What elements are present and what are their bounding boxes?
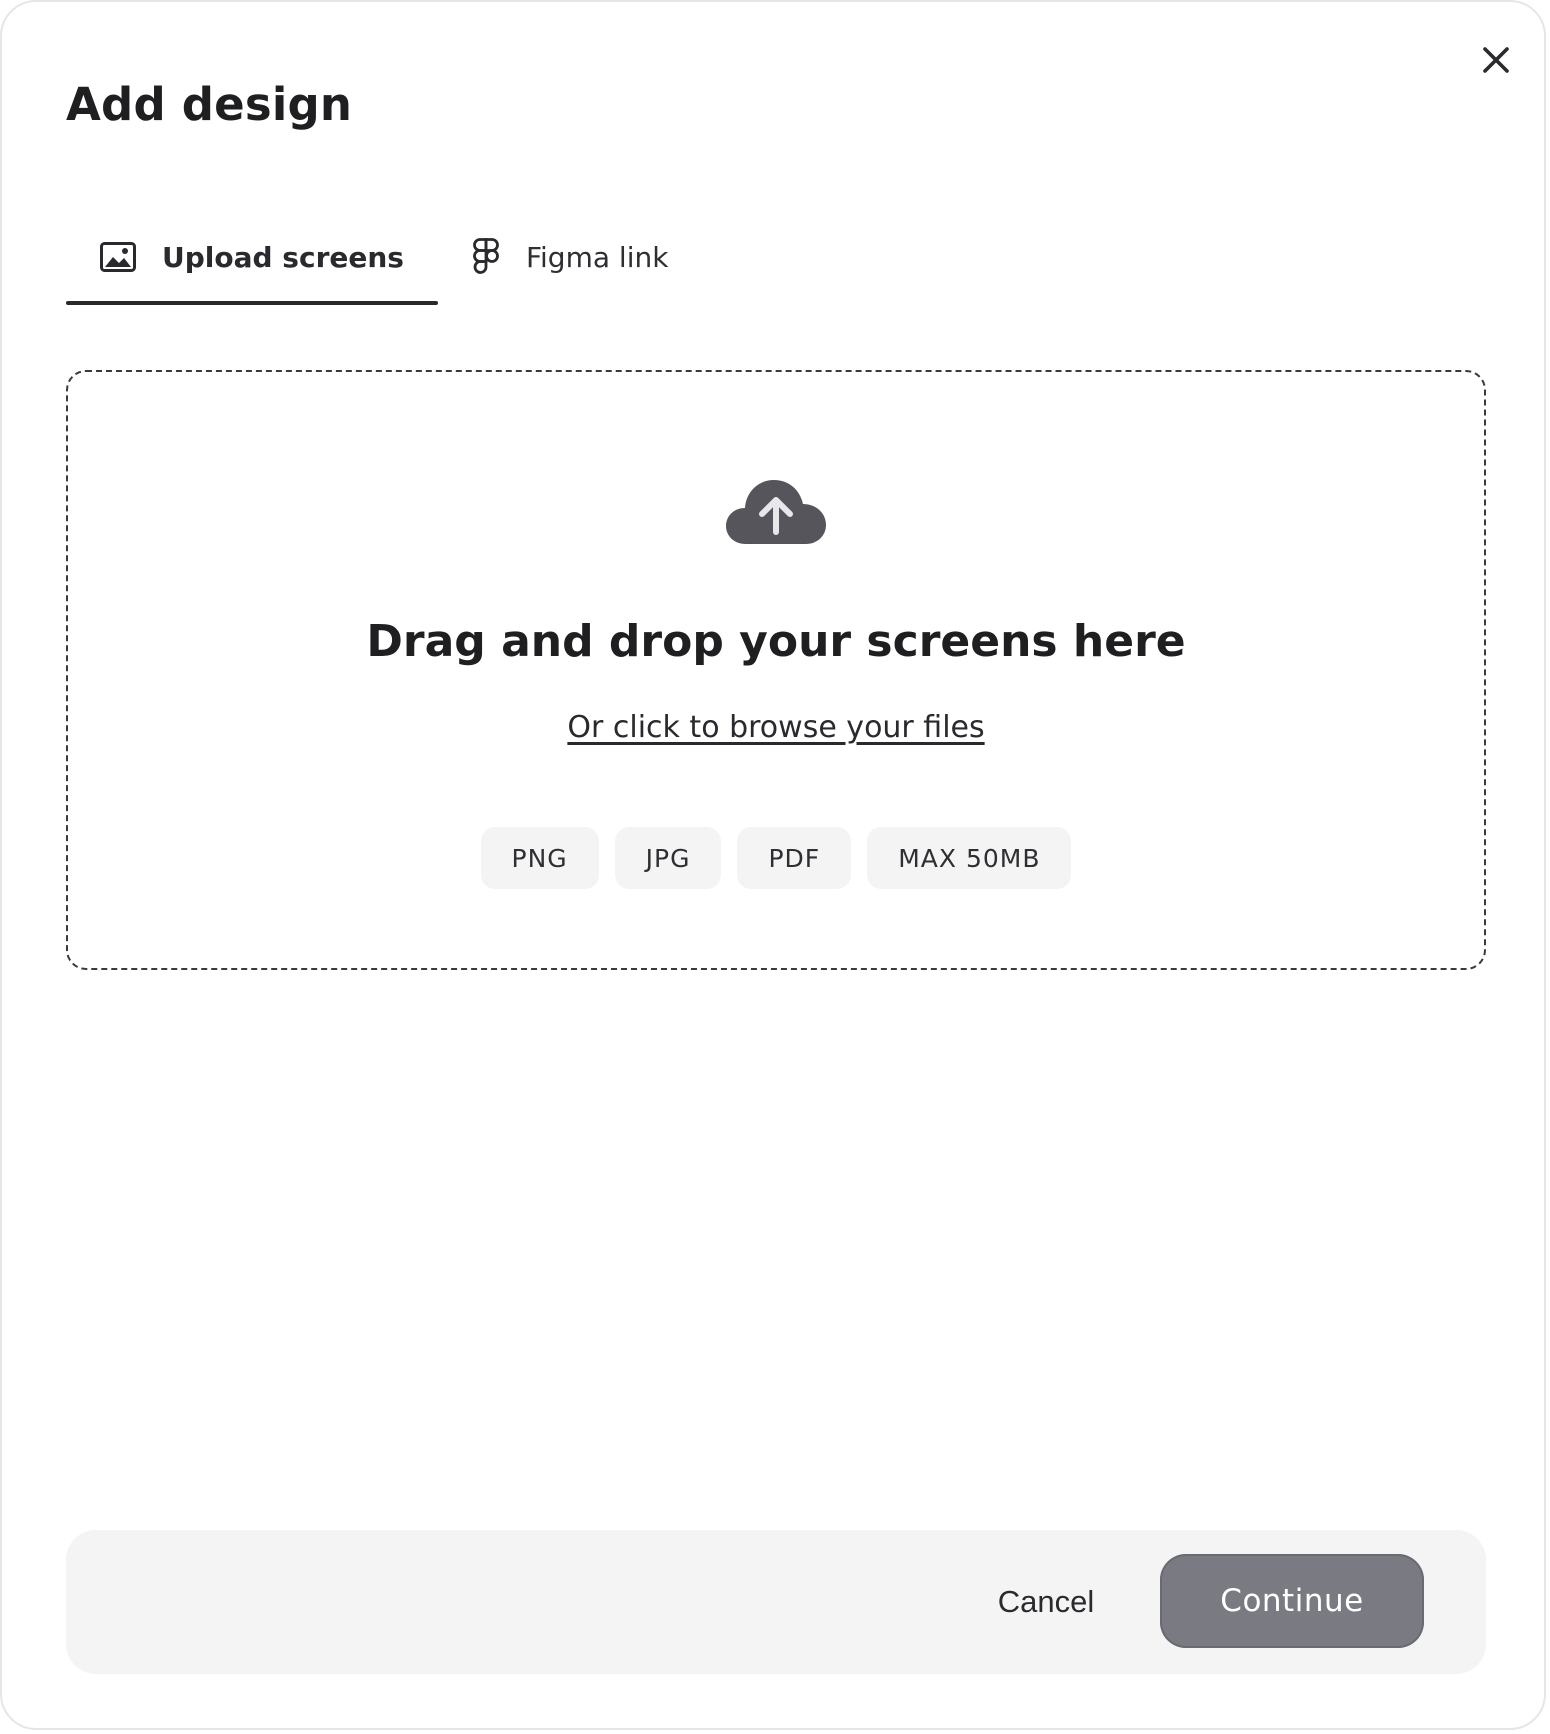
- cancel-button[interactable]: Cancel: [986, 1566, 1106, 1638]
- close-icon: [1483, 47, 1509, 73]
- file-type-chips: PNG JPG PDF MAX 50MB: [68, 827, 1484, 889]
- tab-label: Figma link: [525, 240, 669, 274]
- tab-upload-screens[interactable]: Upload screens: [66, 222, 438, 305]
- image-icon: [100, 242, 136, 272]
- cloud-upload-icon: [726, 480, 826, 544]
- tab-figma-link[interactable]: Figma link: [438, 222, 702, 292]
- chip-jpg: JPG: [614, 827, 722, 889]
- chip-pdf: PDF: [737, 827, 852, 889]
- chip-png: PNG: [480, 827, 599, 889]
- dialog-footer: Cancel Continue: [66, 1530, 1486, 1674]
- file-dropzone[interactable]: Drag and drop your screens here Or click…: [66, 370, 1486, 970]
- dialog-title: Add design: [66, 78, 353, 131]
- browse-files-link-wrapper: Or click to browse your files: [68, 710, 1484, 745]
- figma-icon: [472, 238, 500, 276]
- tab-bar: Upload screens Figma link: [66, 222, 702, 306]
- close-button[interactable]: [1474, 38, 1518, 82]
- browse-files-link[interactable]: Or click to browse your files: [567, 710, 984, 745]
- add-design-dialog: Add design Upload screens Figma link Dra…: [0, 0, 1546, 1730]
- dropzone-heading: Drag and drop your screens here: [366, 616, 1186, 667]
- continue-button[interactable]: Continue: [1160, 1554, 1424, 1648]
- chip-max-size: MAX 50MB: [867, 827, 1072, 889]
- tab-label: Upload screens: [162, 240, 404, 274]
